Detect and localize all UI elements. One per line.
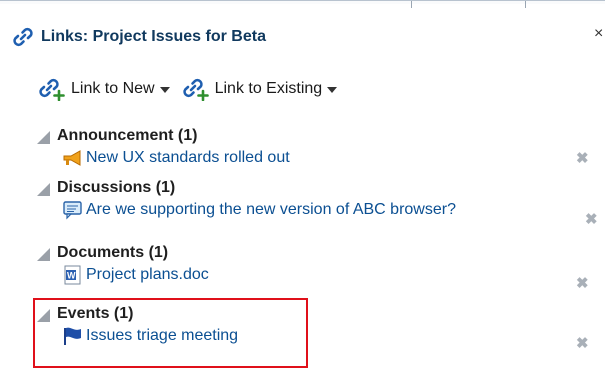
delete-icon[interactable]: ✖ <box>585 210 598 228</box>
group-announcement: Announcement (1) New UX standards rolled… <box>37 125 290 169</box>
panel-title: Links: Project Issues for Beta <box>41 28 266 45</box>
list-item[interactable]: New UX standards rolled out <box>62 147 290 169</box>
collapse-triangle-icon[interactable] <box>37 182 50 196</box>
collapse-triangle-icon[interactable] <box>37 247 50 261</box>
link-add-icon <box>39 78 65 101</box>
chevron-down-icon <box>327 87 338 93</box>
delete-icon[interactable]: ✖ <box>576 334 589 352</box>
link-toolbar: Link to New Link to Existing <box>39 75 350 103</box>
discussion-icon <box>63 201 82 220</box>
group-header[interactable]: Discussions (1) <box>37 177 456 199</box>
megaphone-icon <box>63 150 81 166</box>
links-panel: Links: Project Issues for Beta × Link to… <box>0 0 605 390</box>
word-document-icon: W <box>64 265 81 285</box>
group-title: Discussions (1) <box>57 179 176 196</box>
announcement-link[interactable]: New UX standards rolled out <box>86 149 290 167</box>
discussion-link[interactable]: Are we supporting the new version of ABC… <box>86 201 456 219</box>
top-strip <box>0 1 605 8</box>
collapse-triangle-icon[interactable] <box>37 130 50 144</box>
delete-icon[interactable]: ✖ <box>576 149 589 167</box>
group-header[interactable]: Documents (1) <box>37 242 209 264</box>
group-documents: Documents (1) W Project plans.doc <box>37 242 209 286</box>
group-title: Announcement (1) <box>57 127 198 144</box>
list-item[interactable]: W Project plans.doc <box>62 264 209 286</box>
delete-icon[interactable]: ✖ <box>576 274 589 292</box>
chevron-down-icon <box>159 87 170 93</box>
link-to-new-button[interactable]: Link to New <box>39 77 170 101</box>
link-to-new-label: Link to New <box>71 80 155 97</box>
chain-link-icon <box>13 27 33 47</box>
highlight-box <box>33 298 308 368</box>
svg-text:W: W <box>67 271 76 281</box>
link-add-icon <box>182 78 209 101</box>
divider-tick <box>525 1 526 8</box>
close-icon[interactable]: × <box>594 25 603 43</box>
panel-header: Links: Project Issues for Beta <box>12 24 266 50</box>
link-to-existing-label: Link to Existing <box>214 80 323 97</box>
group-header[interactable]: Announcement (1) <box>37 125 290 147</box>
document-link[interactable]: Project plans.doc <box>86 266 209 284</box>
list-item[interactable]: Are we supporting the new version of ABC… <box>62 199 456 221</box>
group-title: Documents (1) <box>57 244 169 261</box>
divider-tick <box>411 1 412 8</box>
group-discussions: Discussions (1) Are we supporting the ne… <box>37 177 456 221</box>
link-to-existing-button[interactable]: Link to Existing <box>182 77 338 101</box>
